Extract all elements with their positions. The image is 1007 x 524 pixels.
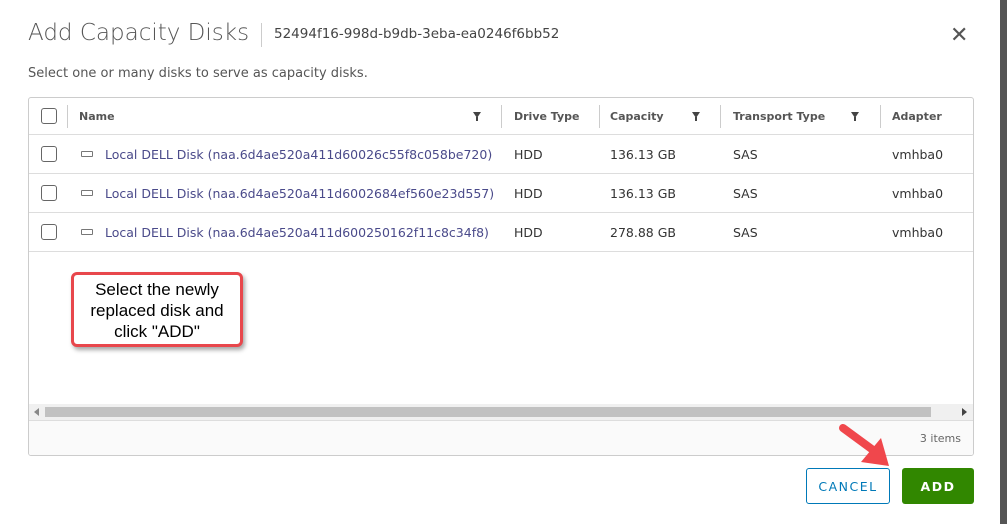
disk-icon <box>81 229 93 235</box>
column-header-transport-type[interactable]: Transport Type <box>733 98 825 134</box>
background-window-edge <box>1000 0 1007 524</box>
drive-type: HDD <box>514 224 543 240</box>
item-count: 3 items <box>29 420 973 455</box>
adapter: vmhba0 <box>892 146 944 162</box>
capacity: 136.13 GB <box>610 146 676 162</box>
arrow-icon <box>839 424 889 466</box>
disk-icon <box>81 151 93 157</box>
table-row[interactable]: Local DELL Disk (naa.6d4ae520a411d600250… <box>29 213 973 252</box>
cancel-button[interactable]: CANCEL <box>806 468 890 504</box>
title-divider <box>261 23 262 47</box>
adapter: vmhba0 <box>892 224 944 240</box>
table-row[interactable]: Local DELL Disk (naa.6d4ae520a411d60026c… <box>29 135 973 174</box>
select-all-checkbox[interactable] <box>41 108 57 124</box>
dialog-title: Add Capacity Disks <box>28 20 250 46</box>
disk-name[interactable]: Local DELL Disk (naa.6d4ae520a411d600268… <box>105 186 494 201</box>
disk-name[interactable]: Local DELL Disk (naa.6d4ae520a411d60026c… <box>105 147 492 162</box>
column-header-drive-type[interactable]: Drive Type <box>514 98 580 134</box>
drive-type: HDD <box>514 146 543 162</box>
horizontal-scrollbar[interactable] <box>29 404 973 420</box>
capacity: 278.88 GB <box>610 224 676 240</box>
scroll-left-icon[interactable] <box>34 408 39 416</box>
adapter: vmhba0 <box>892 185 944 201</box>
close-icon[interactable]: ✕ <box>950 25 968 47</box>
filter-icon[interactable] <box>851 112 859 121</box>
table-header: Name Drive Type Capacity Transport Type … <box>29 98 973 135</box>
capacity: 136.13 GB <box>610 185 676 201</box>
disk-name[interactable]: Local DELL Disk (naa.6d4ae520a411d600250… <box>105 225 489 240</box>
column-header-name[interactable]: Name <box>79 98 115 134</box>
transport-type: SAS <box>733 146 758 162</box>
disk-icon <box>81 190 93 196</box>
filter-icon[interactable] <box>473 112 481 121</box>
row-checkbox[interactable] <box>41 185 57 201</box>
dialog-subtitle: 52494f16-998d-b9db-3eba-ea0246f6bb52 <box>274 26 560 42</box>
transport-type: SAS <box>733 185 758 201</box>
filter-icon[interactable] <box>692 112 700 121</box>
drive-type: HDD <box>514 185 543 201</box>
add-button[interactable]: ADD <box>902 468 974 504</box>
column-header-capacity[interactable]: Capacity <box>610 98 664 134</box>
scroll-right-icon[interactable] <box>962 408 967 416</box>
transport-type: SAS <box>733 224 758 240</box>
row-checkbox[interactable] <box>41 146 57 162</box>
dialog-description: Select one or many disks to serve as cap… <box>28 66 368 81</box>
column-header-adapter[interactable]: Adapter <box>892 98 942 134</box>
row-checkbox[interactable] <box>41 224 57 240</box>
scrollbar-thumb[interactable] <box>45 407 931 417</box>
callout-annotation: Select the newly replaced disk and click… <box>71 272 243 347</box>
table-row[interactable]: Local DELL Disk (naa.6d4ae520a411d600268… <box>29 174 973 213</box>
